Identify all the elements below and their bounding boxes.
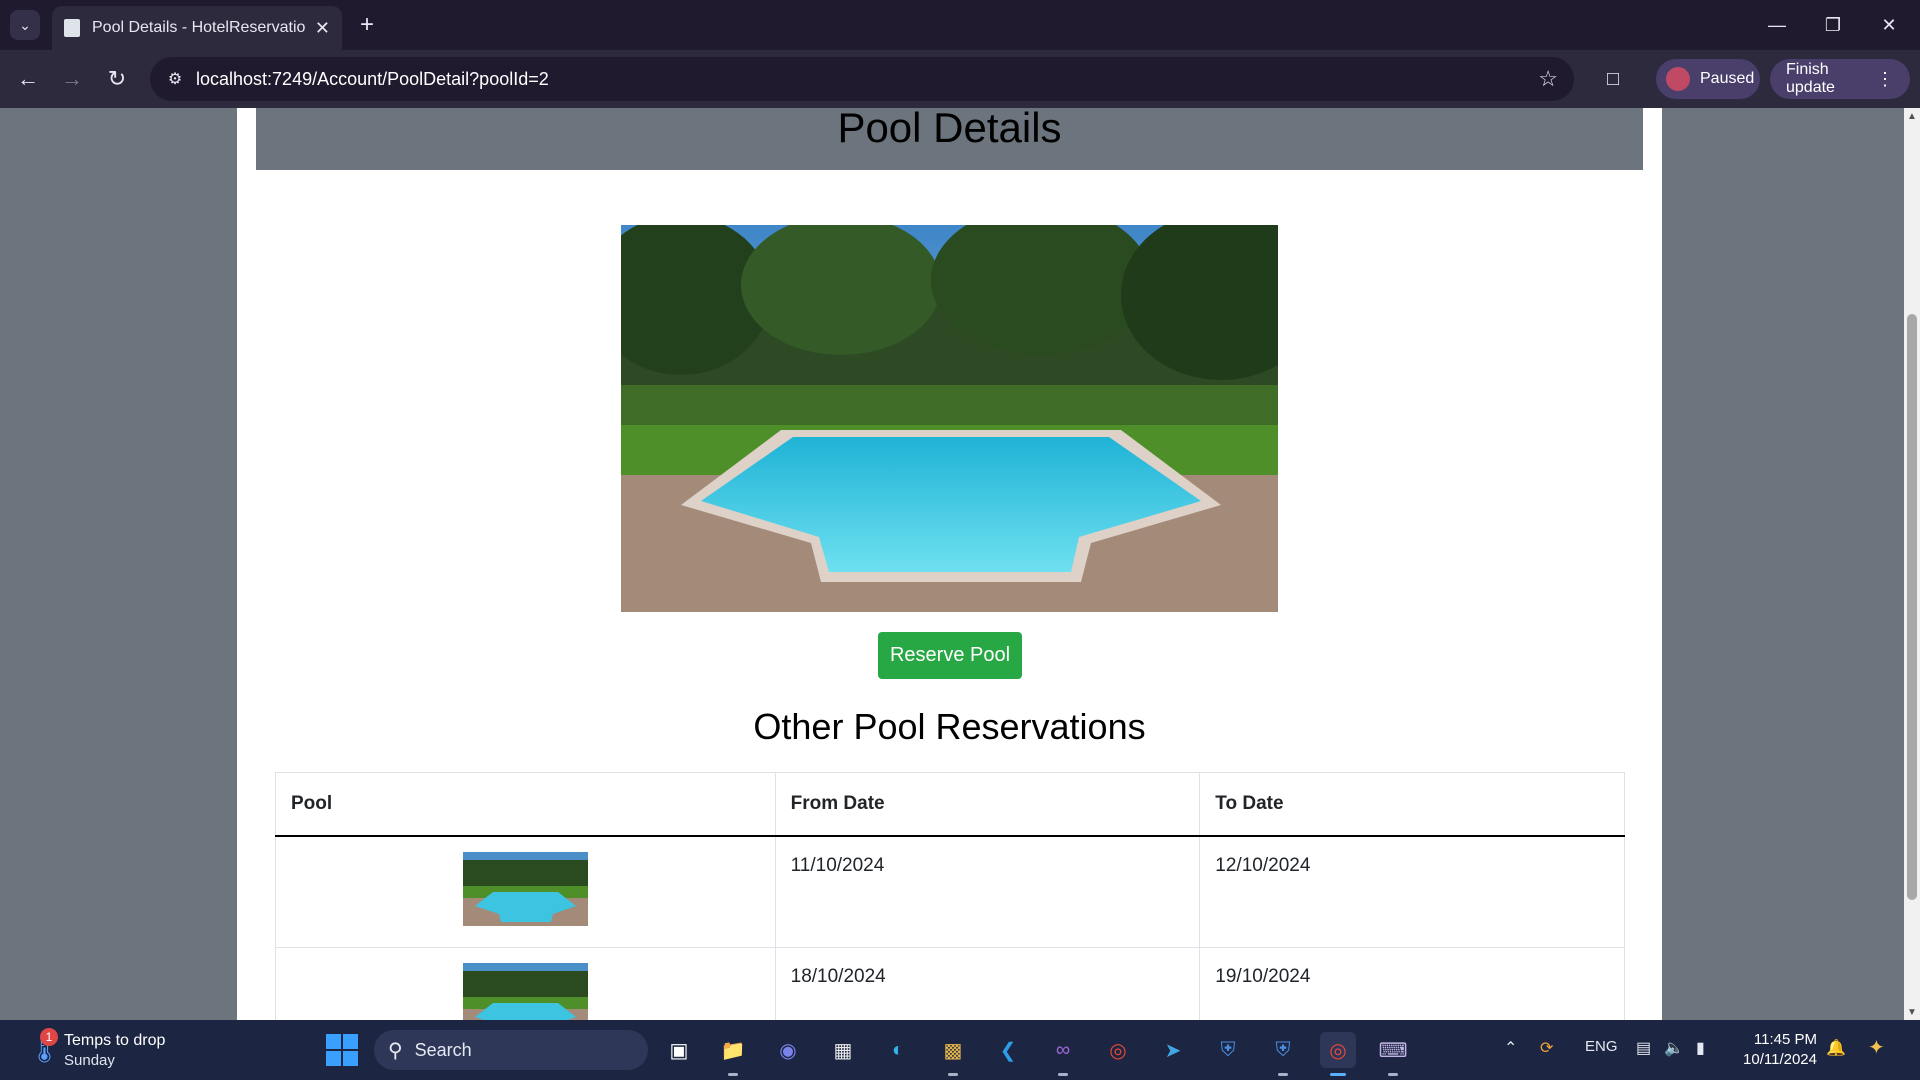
profile-status-label: Paused	[1700, 70, 1755, 87]
page-favicon-icon	[64, 19, 80, 37]
windows-taskbar: 🌡 1 Temps to drop Sunday ⚲ Search ▣ 📁 ◉ …	[0, 1020, 1920, 1080]
tab-search-button[interactable]: ⌄	[10, 10, 40, 40]
search-label: Search	[414, 1039, 472, 1060]
clock-time: 11:45 PM	[1753, 1031, 1817, 1048]
table-row: 11/10/2024 12/10/2024	[275, 835, 1625, 948]
scrollbar-thumb[interactable]	[1907, 314, 1917, 900]
page-title: Pool Details	[837, 108, 1062, 151]
to-date-cell: 19/10/2024	[1199, 947, 1625, 1020]
page-header: Pool Details	[256, 108, 1643, 170]
chrome-active-icon[interactable]: ◎	[1320, 1032, 1356, 1076]
bookmark-star-icon[interactable]: ☆	[1538, 66, 1558, 92]
store-icon[interactable]: ▦	[825, 1032, 861, 1068]
content-container: Pool Details Reserve Pool Other Pool Res…	[237, 108, 1662, 1020]
photos-icon[interactable]: ▩	[935, 1032, 971, 1076]
language-indicator[interactable]: ENG	[1585, 1038, 1618, 1055]
close-tab-icon[interactable]: ✕	[315, 18, 330, 39]
column-header-pool: Pool	[275, 772, 776, 837]
browser-tab-bar: ⌄ Pool Details - HotelReservation ✕ + — …	[0, 0, 1920, 50]
volume-icon[interactable]: 🔈	[1664, 1038, 1684, 1058]
network-icon[interactable]: ▤	[1636, 1038, 1651, 1058]
scroll-down-icon[interactable]: ▼	[1904, 1004, 1920, 1020]
finish-update-button[interactable]: Finish update ⋮	[1770, 59, 1910, 99]
back-button[interactable]: ←	[12, 63, 44, 95]
finish-update-label: Finish update	[1786, 61, 1835, 96]
weather-title: Temps to drop	[64, 1032, 166, 1049]
to-date-cell: 12/10/2024	[1199, 835, 1625, 948]
battery-icon[interactable]: ▮	[1696, 1038, 1705, 1058]
url-text[interactable]: localhost:7249/Account/PoolDetail?poolId…	[196, 69, 549, 90]
table-header-row: Pool From Date To Date	[275, 772, 1625, 837]
show-hidden-icons-icon[interactable]: ⌃	[1504, 1038, 1517, 1058]
edge-icon[interactable]: ◐	[880, 1032, 916, 1068]
weather-badge: 1	[40, 1028, 58, 1046]
visual-studio-icon[interactable]: ∞	[1045, 1032, 1081, 1076]
security-shield-icon[interactable]: ⛨	[1210, 1032, 1246, 1068]
task-view-icon[interactable]: ▣	[661, 1032, 697, 1068]
teams-icon[interactable]: ◉	[770, 1032, 806, 1068]
pool-thumbnail-cell	[275, 835, 776, 948]
sync-icon[interactable]: ⟳	[1540, 1038, 1553, 1058]
from-date-cell: 11/10/2024	[774, 835, 1201, 948]
browser-toolbar: ← → ↻ ⚙ localhost:7249/Account/PoolDetai…	[0, 50, 1920, 108]
pool-photo-graphic	[621, 225, 1278, 612]
notification-bell-icon[interactable]: 🔔	[1826, 1038, 1846, 1058]
extensions-puzzle-icon[interactable]: □	[1596, 62, 1630, 96]
page-scrollbar[interactable]: ▲ ▼	[1904, 108, 1920, 1020]
address-bar[interactable]: ⚙ localhost:7249/Account/PoolDetail?pool…	[150, 57, 1574, 101]
reserve-pool-button[interactable]: Reserve Pool	[878, 632, 1022, 679]
weather-subtitle: Sunday	[64, 1052, 115, 1069]
system-clock[interactable]: 11:45 PM 10/11/2024	[1733, 1030, 1817, 1070]
defender-shield-icon[interactable]: ⛨	[1265, 1032, 1301, 1076]
clock-date: 10/11/2024	[1743, 1051, 1817, 1068]
forward-button[interactable]: →	[56, 63, 88, 95]
windows-logo-icon	[326, 1034, 341, 1049]
taskbar-search[interactable]: ⚲ Search	[374, 1030, 648, 1070]
profile-button[interactable]: Paused	[1656, 59, 1760, 99]
pool-thumbnail	[462, 852, 588, 926]
copilot-icon[interactable]: ✦	[1868, 1035, 1885, 1060]
start-button[interactable]	[326, 1034, 358, 1066]
pool-thumbnail	[462, 963, 588, 1020]
active-tab[interactable]: Pool Details - HotelReservation ✕	[52, 6, 342, 50]
more-menu-icon[interactable]: ⋮	[1876, 69, 1894, 90]
site-info-icon[interactable]: ⚙	[164, 68, 186, 90]
terminal-icon[interactable]: ⌨	[1375, 1032, 1411, 1076]
pool-image	[621, 225, 1278, 612]
vscode-icon[interactable]: ❮	[990, 1032, 1026, 1068]
table-row: 18/10/2024 19/10/2024	[275, 947, 1625, 1020]
weather-widget[interactable]: 🌡 1 Temps to drop Sunday	[24, 1028, 204, 1072]
reservations-table: Pool From Date To Date 11/10/2024 12/10/…	[275, 772, 1625, 1020]
from-date-cell: 18/10/2024	[774, 947, 1201, 1020]
file-explorer-icon[interactable]: 📁	[715, 1032, 751, 1076]
scroll-up-icon[interactable]: ▲	[1904, 108, 1920, 124]
search-icon: ⚲	[388, 1039, 403, 1062]
other-reservations-heading: Other Pool Reservations	[753, 706, 1146, 747]
avatar	[1666, 67, 1690, 91]
tab-title: Pool Details - HotelReservation	[92, 19, 305, 36]
column-header-from-date: From Date	[774, 772, 1201, 837]
minimize-button[interactable]: —	[1754, 8, 1800, 42]
restore-button[interactable]: ❐	[1810, 8, 1856, 42]
telegram-icon[interactable]: ➤	[1155, 1032, 1191, 1068]
reload-button[interactable]: ↻	[101, 63, 133, 95]
page-viewport: Pool Details Reserve Pool Other Pool Res…	[0, 108, 1904, 1020]
close-window-button[interactable]: ✕	[1866, 8, 1912, 42]
column-header-to-date: To Date	[1199, 772, 1625, 837]
chrome-icon[interactable]: ◎	[1100, 1032, 1136, 1068]
chevron-down-icon: ⌄	[19, 16, 31, 33]
pool-thumbnail-cell	[275, 947, 776, 1020]
new-tab-button[interactable]: +	[352, 10, 382, 40]
